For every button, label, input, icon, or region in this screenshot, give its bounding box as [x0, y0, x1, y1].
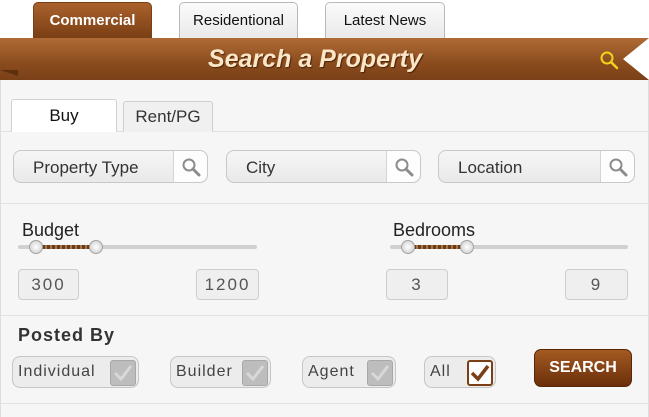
property-type-label: Property Type [33, 158, 139, 177]
budget-min-handle[interactable] [29, 240, 43, 254]
option-label: Builder [176, 363, 233, 380]
bedrooms-min-value: 3 [386, 269, 448, 300]
posted-by-builder[interactable]: Builder [170, 356, 271, 388]
posted-by-all[interactable]: All [424, 356, 496, 388]
bedrooms-min-handle[interactable] [401, 240, 415, 254]
budget-min-value: 300 [18, 269, 79, 300]
ribbon-notch [623, 38, 649, 80]
search-icon[interactable] [386, 151, 420, 182]
city-label: City [246, 158, 276, 177]
search-button[interactable]: SEARCH [534, 349, 632, 387]
tab-rent-pg[interactable]: Rent/PG [123, 101, 213, 132]
bedrooms-label: Bedrooms [393, 220, 476, 240]
option-label: Individual [18, 363, 96, 380]
divider [0, 403, 649, 404]
all-checkbox[interactable] [467, 360, 493, 386]
option-label: Agent [308, 363, 355, 380]
bedrooms-max-handle[interactable] [460, 240, 474, 254]
tab-commercial[interactable]: Commercial [33, 2, 152, 38]
agent-checkbox[interactable] [367, 360, 393, 386]
builder-checkbox[interactable] [242, 360, 268, 386]
posted-by-label: Posted By [18, 325, 116, 345]
budget-label: Budget [22, 220, 80, 240]
budget-max-handle[interactable] [89, 240, 103, 254]
budget-slider-range [37, 245, 96, 249]
search-icon[interactable] [600, 151, 634, 182]
divider [0, 315, 649, 316]
tab-buy[interactable]: Buy [11, 99, 117, 132]
posted-by-agent[interactable]: Agent [302, 356, 396, 388]
tab-latest-news[interactable]: Latest News [325, 2, 445, 38]
ribbon-title: Search a Property [208, 45, 422, 73]
search-icon[interactable] [173, 151, 207, 182]
option-label: All [430, 363, 451, 380]
bedrooms-slider-range [408, 245, 467, 249]
city-field[interactable]: City [226, 150, 421, 183]
search-icon[interactable] [599, 50, 619, 70]
location-label: Location [458, 158, 523, 177]
bedrooms-max-value: 9 [565, 269, 628, 300]
property-type-field[interactable]: Property Type [13, 150, 208, 183]
location-field[interactable]: Location [438, 150, 635, 183]
tab-residential[interactable]: Residentional [179, 2, 298, 38]
individual-checkbox[interactable] [110, 360, 136, 386]
posted-by-individual[interactable]: Individual [12, 356, 139, 388]
budget-max-value: 1200 [196, 269, 259, 300]
divider [0, 203, 649, 204]
search-ribbon: Search a Property [0, 38, 649, 80]
